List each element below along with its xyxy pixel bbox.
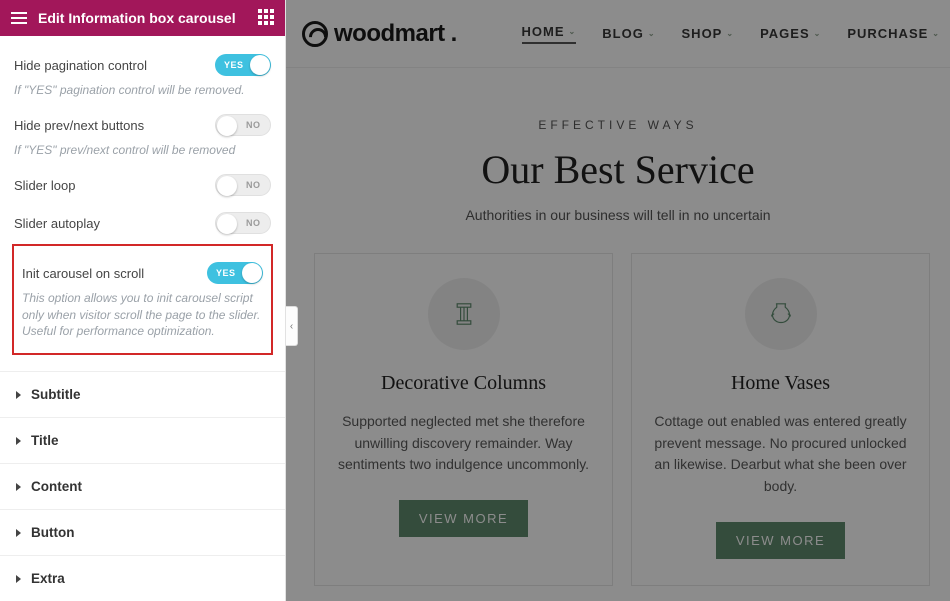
chevron-left-icon: ‹	[290, 321, 293, 332]
caret-right-icon	[16, 391, 21, 399]
toggle-knob	[217, 176, 237, 196]
section-title[interactable]: Title	[0, 417, 285, 463]
option-label: Init carousel on scroll	[22, 266, 144, 281]
toggle-text: YES	[224, 60, 244, 70]
accordion-sections: Subtitle Title Content Button Extra	[0, 371, 285, 601]
card-text: Supported neglected met she therefore un…	[335, 411, 592, 476]
option-hint: This option allows you to init carousel …	[22, 290, 263, 339]
view-more-button[interactable]: VIEW MORE	[399, 500, 528, 537]
option-hide_pagination: Hide pagination control YES If "YES" pagin…	[14, 44, 271, 98]
option-label: Slider autoplay	[14, 216, 100, 231]
option-row: Slider loop NO	[14, 164, 271, 202]
option-label: Slider loop	[14, 178, 75, 193]
chevron-down-icon: ⌄	[569, 27, 577, 36]
primary-nav: HOME⌄ BLOG⌄ SHOP⌄ PAGES⌄ PURCHASE⌄	[522, 24, 940, 44]
hero-section: EFFECTIVE WAYS Our Best Service Authorit…	[286, 68, 950, 223]
preview-pane: woodmart. HOME⌄ BLOG⌄ SHOP⌄ PAGES⌄ PURCHASE⌄…	[286, 0, 950, 601]
toggle-slider_autoplay[interactable]: NO	[215, 212, 271, 234]
card-title: Decorative Columns	[335, 372, 592, 395]
toggle-knob	[242, 263, 262, 283]
section-label: Button	[31, 525, 74, 540]
option-hint: If "YES" pagination control will be remo…	[14, 82, 271, 98]
toggle-text: NO	[246, 218, 261, 228]
toggle-slider_loop[interactable]: NO	[215, 174, 271, 196]
toggle-text: YES	[216, 268, 236, 278]
cards-row: Decorative Columns Supported neglected me…	[314, 253, 930, 586]
section-subtitle[interactable]: Subtitle	[0, 371, 285, 417]
toggle-knob	[217, 116, 237, 136]
brand-logo-icon	[302, 21, 328, 47]
hero-kicker: EFFECTIVE WAYS	[286, 118, 950, 132]
caret-right-icon	[16, 483, 21, 491]
nav-link-blog[interactable]: BLOG⌄	[602, 26, 655, 41]
toggle-knob	[250, 55, 270, 75]
card-title: Home Vases	[652, 372, 909, 395]
chevron-down-icon: ⌄	[814, 29, 822, 38]
column-icon	[428, 278, 500, 350]
hero-heading: Our Best Service	[286, 146, 950, 193]
caret-right-icon	[16, 529, 21, 537]
section-button[interactable]: Button	[0, 509, 285, 555]
nav-link-shop[interactable]: SHOP⌄	[682, 26, 735, 41]
option-init_on_scroll: Init carousel on scroll YES This option al…	[12, 244, 273, 355]
vase-icon	[745, 278, 817, 350]
sidebar-title: Edit Information box carousel	[38, 10, 236, 26]
chevron-down-icon: ⌄	[726, 29, 734, 38]
brand-logo-text: woodmart	[334, 20, 445, 48]
sidebar-header: Edit Information box carousel	[0, 0, 285, 36]
chevron-down-icon: ⌄	[648, 29, 656, 38]
nav-link-pages[interactable]: PAGES⌄	[760, 26, 821, 41]
option-slider_loop: Slider loop NO	[14, 164, 271, 202]
option-hint: If "YES" prev/next control will be remov…	[14, 142, 271, 158]
grid-icon[interactable]	[257, 9, 275, 27]
view-more-button[interactable]: VIEW MORE	[716, 522, 845, 559]
option-row: Hide pagination control YES	[14, 44, 271, 82]
brand-logo[interactable]: woodmart.	[302, 20, 457, 48]
toggle-hide_pagination[interactable]: YES	[215, 54, 271, 76]
option-label: Hide prev/next buttons	[14, 118, 144, 133]
section-label: Subtitle	[31, 387, 81, 402]
section-extra[interactable]: Extra	[0, 555, 285, 601]
section-label: Extra	[31, 571, 65, 586]
service-card: Decorative Columns Supported neglected me…	[314, 253, 613, 586]
option-hide_navbtns: Hide prev/next buttons NO If "YES" prev/ne…	[14, 104, 271, 158]
toggle-init_on_scroll[interactable]: YES	[207, 262, 263, 284]
option-row: Slider autoplay NO	[14, 202, 271, 240]
nav-link-home[interactable]: HOME⌄	[522, 24, 577, 44]
chevron-down-icon: ⌄	[932, 29, 940, 38]
service-card: Home Vases Cottage out enabled was entere…	[631, 253, 930, 586]
caret-right-icon	[16, 575, 21, 583]
collapse-panel-button[interactable]: ‹	[286, 306, 298, 346]
menu-icon[interactable]	[10, 9, 28, 27]
option-slider_autoplay: Slider autoplay NO	[14, 202, 271, 240]
toggle-text: NO	[246, 120, 261, 130]
card-text: Cottage out enabled was entered greatly …	[652, 411, 909, 498]
caret-right-icon	[16, 437, 21, 445]
hero-subtext: Authorities in our business will tell in…	[286, 207, 950, 223]
options-list: Hide pagination control YES If "YES" pagin…	[0, 36, 285, 365]
toggle-hide_navbtns[interactable]: NO	[215, 114, 271, 136]
section-content[interactable]: Content	[0, 463, 285, 509]
toggle-knob	[217, 214, 237, 234]
section-label: Content	[31, 479, 82, 494]
option-row: Init carousel on scroll YES	[22, 252, 263, 290]
option-row: Hide prev/next buttons NO	[14, 104, 271, 142]
toggle-text: NO	[246, 180, 261, 190]
nav-link-purchase[interactable]: PURCHASE⌄	[847, 26, 940, 41]
option-label: Hide pagination control	[14, 58, 147, 73]
editor-sidebar: Edit Information box carousel Hide pagin…	[0, 0, 286, 601]
preview-topbar: woodmart. HOME⌄ BLOG⌄ SHOP⌄ PAGES⌄ PURCHASE⌄	[286, 0, 950, 68]
section-label: Title	[31, 433, 59, 448]
